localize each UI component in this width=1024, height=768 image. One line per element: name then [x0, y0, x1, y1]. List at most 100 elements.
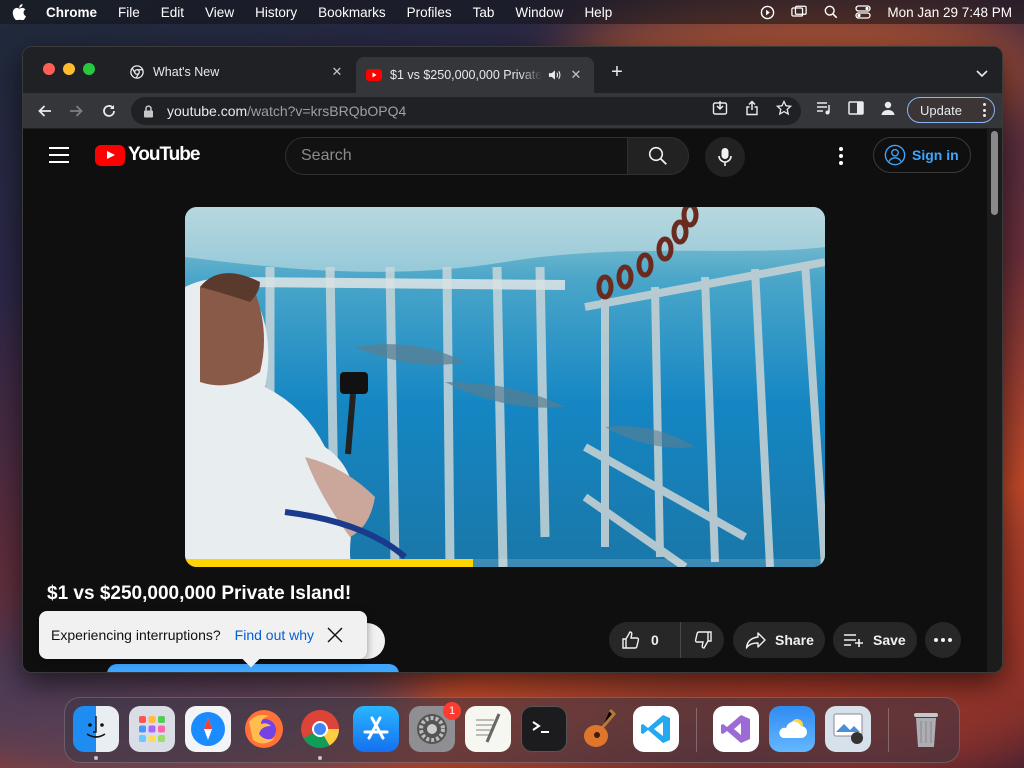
share-arrow-icon [745, 632, 766, 649]
forward-arrow-icon[interactable] [66, 101, 86, 121]
toast-close-icon[interactable] [326, 626, 344, 644]
launchpad-icon[interactable] [129, 706, 175, 752]
textedit-icon[interactable] [465, 706, 511, 752]
save-label: Save [873, 632, 906, 648]
spotlight-search-icon[interactable] [823, 4, 839, 20]
now-playing-icon[interactable] [759, 4, 775, 20]
speaker-audio-icon[interactable] [548, 68, 562, 82]
reload-icon[interactable] [99, 101, 119, 121]
video-player[interactable] [185, 207, 825, 567]
site-info-lock-icon[interactable] [143, 104, 157, 118]
menu-history[interactable]: History [255, 5, 297, 20]
update-chrome-button[interactable]: Update [907, 97, 995, 123]
tab-close-icon[interactable]: ✕ [329, 64, 345, 80]
hamburger-menu-icon[interactable] [49, 147, 69, 163]
menu-profiles[interactable]: Profiles [407, 5, 452, 20]
more-actions-button[interactable] [925, 622, 961, 658]
video-progress-fill [185, 559, 473, 567]
video-frame-shark-cage [185, 207, 825, 567]
voice-search-button[interactable] [705, 137, 745, 177]
finder-running-dot [94, 756, 98, 760]
menu-window[interactable]: Window [515, 5, 563, 20]
minimize-window-button[interactable] [63, 63, 75, 75]
macos-dock: 1 [64, 697, 960, 763]
close-window-button[interactable] [43, 63, 55, 75]
garageband-icon[interactable] [577, 706, 623, 752]
finder-icon[interactable] [73, 706, 119, 752]
like-button[interactable]: 0 [609, 622, 681, 658]
menu-app-name[interactable]: Chrome [46, 5, 97, 20]
install-app-icon[interactable] [711, 99, 729, 117]
side-panel-icon[interactable] [847, 99, 865, 117]
tab-whats-new[interactable]: What's New ✕ [119, 57, 355, 87]
safari-icon[interactable] [185, 706, 231, 752]
tab-close-icon[interactable]: ✕ [568, 67, 584, 83]
apple-menu-icon[interactable] [12, 4, 28, 20]
search-input[interactable]: Search [285, 137, 627, 175]
video-title: $1 vs $250,000,000 Private Island! [47, 583, 352, 604]
menu-edit[interactable]: Edit [161, 5, 184, 20]
youtube-wordmark: YouTube [128, 144, 200, 165]
tab-strip: What's New ✕ $1 vs $250,000,000 Private … [23, 47, 1002, 93]
menu-bookmarks[interactable]: Bookmarks [318, 5, 386, 20]
control-center-icon[interactable] [855, 4, 872, 20]
screen-mirroring-icon[interactable] [791, 4, 808, 20]
account-circle-icon [884, 144, 906, 166]
chrome-dock-icon[interactable] [297, 706, 343, 752]
new-tab-plus-icon[interactable]: + [607, 62, 627, 82]
weather-icon[interactable] [769, 706, 815, 752]
like-count: 0 [651, 632, 659, 648]
menu-bar: Chrome File Edit View History Bookmarks … [0, 0, 1024, 24]
tab-title: $1 vs $250,000,000 Private Island! [390, 68, 542, 82]
thumbs-down-icon [694, 631, 712, 649]
chrome-window: What's New ✕ $1 vs $250,000,000 Private … [22, 46, 1003, 673]
terminal-icon[interactable] [521, 706, 567, 752]
address-bar[interactable]: youtube.com/watch?v=krsBRQbOPQ4 [131, 97, 801, 125]
sign-in-label: Sign in [912, 147, 959, 163]
profile-avatar-icon[interactable] [879, 99, 897, 117]
menu-view[interactable]: View [205, 5, 234, 20]
interruptions-toast: Experiencing interruptions? Find out why [39, 611, 367, 668]
share-button[interactable]: Share [733, 622, 825, 658]
preview-icon[interactable] [825, 706, 871, 752]
update-label: Update [920, 102, 962, 118]
notification-badge: 1 [443, 702, 461, 720]
tab-title: What's New [153, 65, 220, 79]
visual-studio-icon[interactable] [713, 706, 759, 752]
maximize-window-button[interactable] [83, 63, 95, 75]
system-settings-icon[interactable]: 1 [409, 702, 461, 752]
menu-help[interactable]: Help [584, 5, 612, 20]
chrome-favicon-icon [129, 64, 145, 80]
firefox-icon[interactable] [241, 706, 287, 752]
bookmark-star-icon[interactable] [775, 99, 793, 117]
share-page-icon[interactable] [743, 99, 761, 117]
back-arrow-icon[interactable] [35, 101, 55, 121]
youtube-logo[interactable]: YouTube [95, 144, 200, 166]
scrollbar-thumb[interactable] [991, 131, 998, 215]
dock-separator [696, 708, 697, 752]
url-host: youtube.com [167, 103, 248, 119]
vscode-icon[interactable] [633, 706, 679, 752]
trash-icon[interactable] [903, 706, 949, 752]
menu-file[interactable]: File [118, 5, 140, 20]
video-progress-bar[interactable] [185, 559, 825, 567]
sign-in-button[interactable]: Sign in [873, 137, 971, 173]
youtube-page: YouTube Search Sign in $1 vs $250,000,00… [23, 129, 989, 672]
like-dislike-group: 0 [609, 622, 724, 658]
thumbs-up-icon [622, 631, 640, 649]
media-controls-icon[interactable] [815, 99, 833, 117]
menu-tab[interactable]: Tab [473, 5, 495, 20]
toast-message: Experiencing interruptions? [51, 627, 221, 643]
find-out-why-link[interactable]: Find out why [235, 627, 314, 643]
save-button[interactable]: Save [833, 622, 917, 658]
search-button[interactable] [627, 137, 689, 175]
app-store-icon[interactable] [353, 706, 399, 752]
dislike-button[interactable] [681, 622, 724, 658]
tab-youtube-video[interactable]: $1 vs $250,000,000 Private Island! ✕ [356, 57, 594, 93]
tab-search-chevron-icon[interactable] [976, 65, 988, 78]
youtube-play-logo-icon [95, 144, 125, 166]
menubar-clock[interactable]: Mon Jan 29 7:48 PM [887, 5, 1012, 20]
settings-kebab-icon[interactable] [839, 147, 843, 165]
chrome-menu-kebab-icon[interactable] [982, 103, 986, 117]
page-scrollbar[interactable] [987, 129, 1002, 672]
